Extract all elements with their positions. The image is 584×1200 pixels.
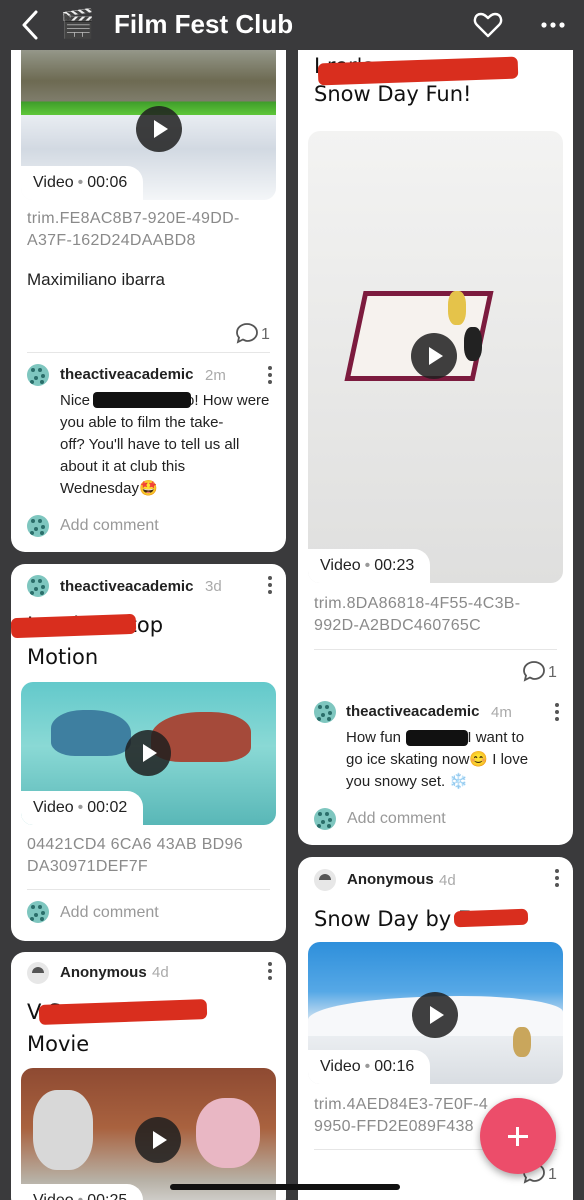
post-card[interactable]: Video • 00:06 trim.FE8AC8B7-920E-49DD- A37F… — [11, 30, 286, 552]
file-name: trim.FE8AC8B7-920E-49DD- A37F-162D24DAABD… — [27, 210, 240, 249]
add-comment-button[interactable]: Add comment — [347, 810, 446, 828]
video-thumbnail[interactable]: Video • 00:02 — [21, 682, 276, 825]
add-comment-button[interactable]: Add comment — [60, 904, 159, 922]
comment-time: 2m — [205, 367, 226, 384]
add-comment-button[interactable]: Add comment — [60, 517, 159, 535]
comment-count: 1 — [548, 664, 557, 681]
play-icon[interactable] — [135, 1117, 181, 1163]
post-username[interactable]: Anonymous — [347, 871, 434, 888]
toy-figure — [513, 1027, 531, 1057]
comment-icon[interactable] — [522, 660, 546, 682]
home-indicator — [170, 1184, 400, 1190]
toy-figure — [464, 327, 482, 361]
video-duration-badge: Video • 00:23 — [308, 549, 431, 583]
anonymous-avatar — [314, 869, 336, 891]
post-menu-icon[interactable] — [267, 576, 273, 596]
video-duration-badge: Video • 00:06 — [21, 166, 144, 200]
toy-figure — [196, 1098, 260, 1168]
comment-username[interactable]: theactiveacademic — [346, 703, 479, 720]
post-menu-icon[interactable] — [554, 869, 560, 889]
divider — [27, 889, 270, 890]
post-time: 3d — [205, 578, 222, 595]
chevron-left-icon — [22, 10, 38, 40]
post-time: 4d — [152, 964, 169, 981]
post-card[interactable]: Anonymous 4d V SnowMovie Video•00:25 — [11, 952, 286, 1200]
heart-icon — [473, 12, 503, 38]
toy-figure — [448, 291, 466, 325]
redaction-mark — [406, 730, 468, 746]
toy-figure — [51, 710, 131, 756]
video-thumbnail[interactable]: Video • 00:06 — [21, 30, 276, 200]
play-icon[interactable] — [411, 333, 457, 379]
file-name: 04421CD4 6CA6 43AB BD96 DA30971DEF7F — [27, 836, 243, 875]
avatar — [314, 701, 336, 723]
post-author-text: Maximiliano ibarra — [27, 270, 165, 289]
comment-username[interactable]: theactiveacademic — [60, 366, 193, 383]
comment-icon[interactable] — [235, 322, 259, 344]
video-duration-badge: Video • 00:02 — [21, 791, 144, 825]
post-username[interactable]: theactiveacademic — [60, 578, 193, 595]
comment-time: 4m — [491, 704, 512, 721]
play-icon[interactable] — [412, 992, 458, 1038]
avatar — [27, 901, 49, 923]
video-thumbnail[interactable]: Video•00:25 — [21, 1068, 276, 1200]
avatar — [27, 364, 49, 386]
post-title: Snow Day by E — [314, 907, 472, 931]
comment-menu-icon[interactable] — [267, 366, 273, 386]
like-button[interactable] — [472, 9, 504, 41]
play-icon[interactable] — [136, 106, 182, 152]
file-name: trim.4AED84E3-7E0F-4 9950-FFD2E089F438 — [314, 1096, 489, 1135]
comment-count: 1 — [548, 1166, 557, 1183]
redaction-mark — [453, 908, 529, 928]
more-horizontal-icon — [541, 22, 565, 28]
top-bar: 🎬 Film Fest Club — [0, 0, 584, 50]
clapperboard-icon: 🎬 — [60, 8, 95, 39]
post-card[interactable]: theactiveacademic 3d Jam le's StopMotion… — [11, 564, 286, 941]
comment-menu-icon[interactable] — [554, 703, 560, 723]
video-duration-badge: Video • 00:16 — [308, 1050, 431, 1084]
add-post-button[interactable] — [480, 1098, 556, 1174]
toy-figure — [33, 1090, 93, 1170]
avatar — [27, 575, 49, 597]
play-icon[interactable] — [125, 730, 171, 776]
back-button[interactable] — [16, 8, 46, 42]
video-thumbnail[interactable]: Video • 00:23 — [308, 131, 563, 583]
post-username[interactable]: Anonymous — [60, 964, 147, 981]
avatar — [314, 808, 336, 830]
redaction-mark — [93, 392, 191, 408]
divider — [314, 649, 557, 650]
post-time: 4d — [439, 872, 456, 889]
post-card[interactable]: I rer's Snow Day Fun! Video•00:23 trim.8… — [298, 30, 573, 845]
anonymous-avatar — [27, 962, 49, 984]
avatar — [27, 515, 49, 537]
comment-count: 1 — [261, 326, 270, 343]
video-thumbnail[interactable]: Video • 00:16 — [308, 942, 563, 1084]
file-name: trim.8DA86818-4F55-4C3B- 992D-A2BDC460765… — [314, 595, 521, 634]
post-menu-icon[interactable] — [267, 962, 273, 982]
video-duration-badge: Video•00:25 — [21, 1184, 144, 1200]
divider — [27, 352, 270, 353]
more-options-button[interactable] — [540, 18, 566, 30]
page-title: Film Fest Club — [114, 9, 294, 39]
